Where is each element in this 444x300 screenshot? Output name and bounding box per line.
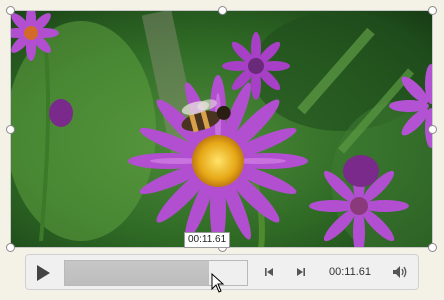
step-back-icon <box>265 268 273 276</box>
speaker-icon <box>393 266 407 278</box>
current-time: 00:11.61 <box>329 266 372 278</box>
play-icon <box>37 265 50 281</box>
step-forward-icon <box>297 268 305 276</box>
resize-handle-bottom-left[interactable] <box>6 243 15 252</box>
step-back-button[interactable] <box>262 265 276 279</box>
resize-handle-top[interactable] <box>218 6 227 15</box>
video-frame[interactable] <box>10 10 433 248</box>
resize-handle-bottom-right[interactable] <box>428 243 437 252</box>
hover-time-tooltip: 00:11.61 <box>184 232 231 248</box>
resize-handle-top-left[interactable] <box>6 6 15 15</box>
slide-canvas: 00:11.61 00:11.61 <box>0 0 444 300</box>
resize-handle-top-right[interactable] <box>428 6 437 15</box>
video-still <box>11 11 432 247</box>
mouse-pointer-icon <box>211 273 224 293</box>
volume-button[interactable] <box>391 264 409 280</box>
step-forward-button[interactable] <box>294 265 308 279</box>
timeline-progress <box>65 261 209 285</box>
resize-handle-right[interactable] <box>428 125 437 134</box>
play-button[interactable] <box>34 263 52 283</box>
resize-handle-left[interactable] <box>6 125 15 134</box>
